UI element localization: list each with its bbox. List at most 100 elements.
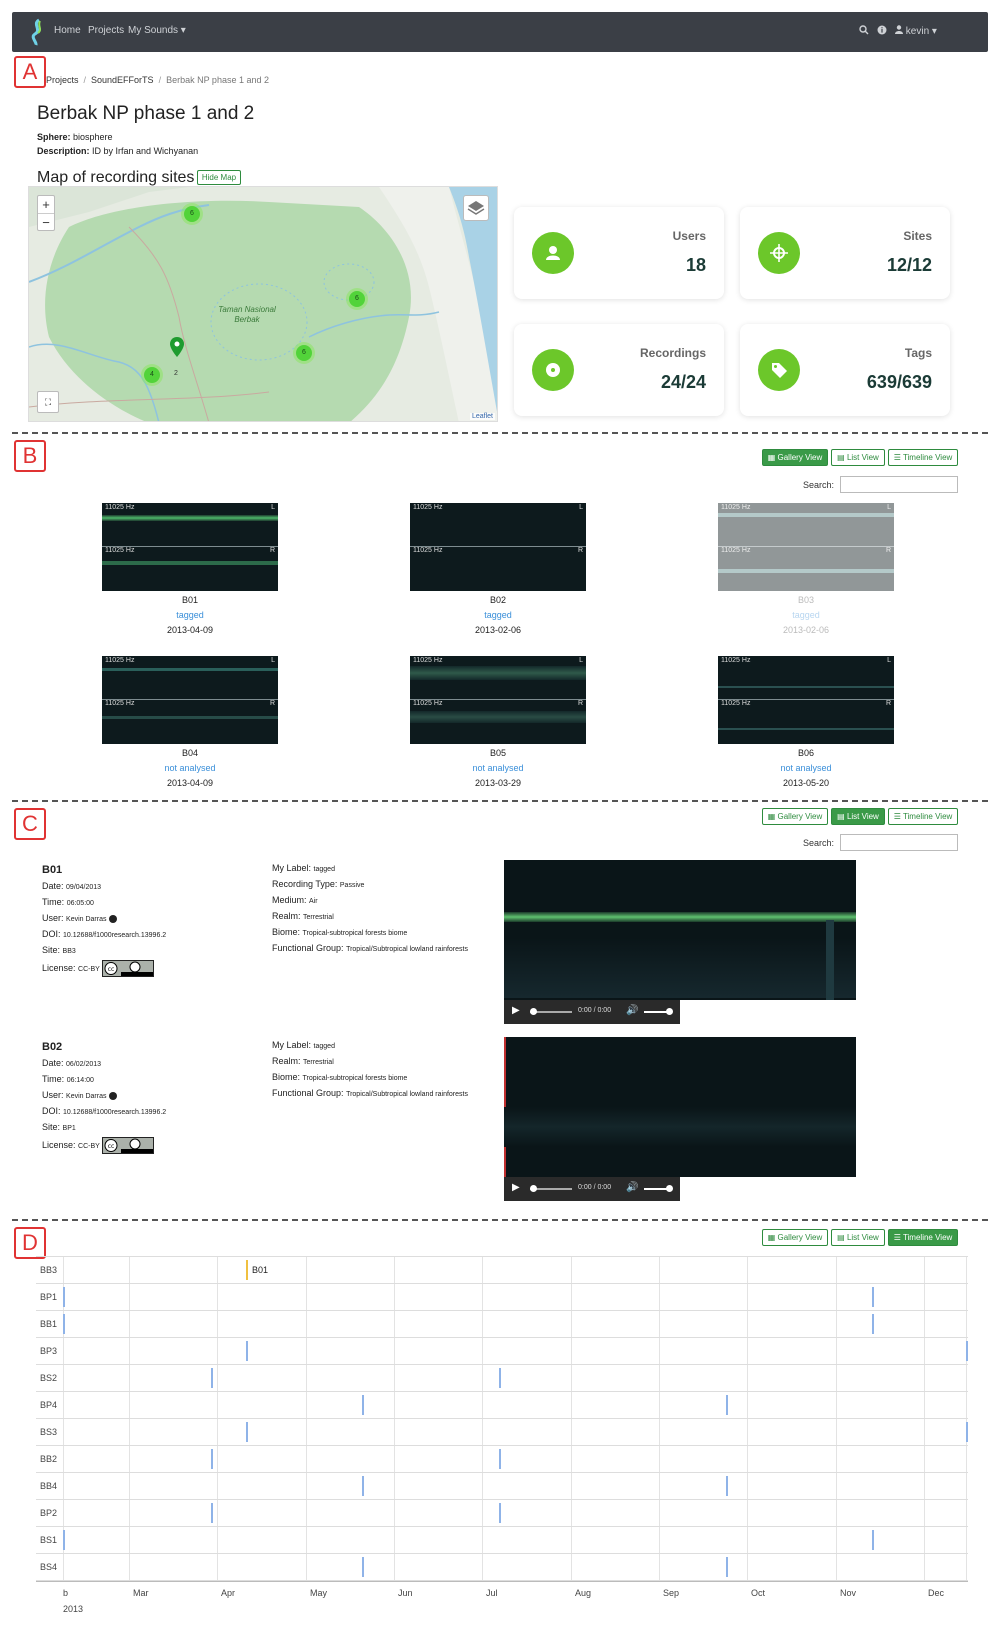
spectrogram-thumbnail[interactable]: 11025 Hz L 11025 Hz R — [718, 656, 894, 744]
info-icon[interactable] — [877, 25, 887, 38]
spectrogram-player[interactable] — [504, 1037, 856, 1177]
zoom-out-button[interactable]: − — [38, 214, 54, 232]
site-cluster-marker[interactable]: 6 — [346, 288, 368, 310]
timeline-recording-mark[interactable] — [499, 1368, 501, 1388]
breadcrumb-projects[interactable]: Projects — [46, 75, 79, 85]
list-view-button[interactable]: ▤ List View — [831, 808, 885, 825]
timeline-recording-mark[interactable] — [499, 1449, 501, 1469]
gallery-view-button[interactable]: ▦ Gallery View — [762, 808, 828, 825]
spectrogram-thumbnail[interactable]: 11025 Hz L 11025 Hz R — [102, 656, 278, 744]
timeline-view-button[interactable]: ☰ Timeline View — [888, 449, 958, 466]
cc-by-license-icon[interactable]: cc — [102, 960, 155, 977]
timeline-recording-mark[interactable] — [499, 1503, 501, 1523]
timeline-highlight-label[interactable]: B01 — [252, 1265, 268, 1275]
record-license: License: CC-BY cc — [42, 960, 155, 977]
timeline-recording-mark[interactable] — [362, 1476, 364, 1496]
gallery-view-button[interactable]: ▦ Gallery View — [762, 1229, 828, 1246]
recording-title[interactable]: B02 — [42, 1041, 62, 1053]
orcid-icon[interactable] — [109, 1091, 118, 1100]
nav-home-link[interactable]: Home — [54, 25, 81, 36]
play-icon[interactable]: ▶ — [512, 1005, 520, 1016]
seek-handle[interactable] — [530, 1008, 537, 1015]
cc-by-license-icon[interactable]: cc — [102, 1137, 155, 1154]
search-input[interactable] — [840, 834, 958, 851]
recording-status-link[interactable]: tagged — [410, 610, 586, 620]
recording-name[interactable]: B04 — [102, 748, 278, 758]
timeline-recording-mark[interactable] — [211, 1503, 213, 1523]
recording-name[interactable]: B02 — [410, 595, 586, 605]
layers-icon[interactable] — [463, 195, 489, 221]
recording-sites-map[interactable]: Taman Nasional Berbak 6 6 6 4 2 + − ⛶ Le… — [28, 186, 498, 422]
recording-name[interactable]: B06 — [718, 748, 894, 758]
list-view-button[interactable]: ▤ List View — [831, 449, 885, 466]
volume-handle[interactable] — [666, 1008, 673, 1015]
timeline-recording-mark[interactable] — [63, 1314, 65, 1334]
timeline-recording-mark[interactable] — [872, 1530, 874, 1550]
nav-my-sounds-dropdown[interactable]: My Sounds ▾ — [128, 25, 186, 36]
recording-status-link[interactable]: not analysed — [102, 763, 278, 773]
recording-name[interactable]: B01 — [102, 595, 278, 605]
site-cluster-marker[interactable]: 6 — [293, 342, 315, 364]
list-view-button[interactable]: ▤ List View — [831, 1229, 885, 1246]
recording-status-link[interactable]: tagged — [718, 610, 894, 620]
search-icon[interactable] — [859, 25, 869, 38]
nav-projects-link[interactable]: Projects — [88, 25, 124, 36]
timeline-recording-mark[interactable] — [872, 1314, 874, 1334]
recording-status-link[interactable]: not analysed — [718, 763, 894, 773]
play-icon[interactable]: ▶ — [512, 1182, 520, 1193]
spectrogram-thumbnail[interactable]: 11025 Hz L 11025 Hz R — [410, 503, 586, 591]
spectrogram-thumbnail[interactable]: 11025 Hz L 11025 Hz R — [410, 656, 586, 744]
timeline-recording-mark[interactable] — [726, 1557, 728, 1577]
site-cluster-marker[interactable]: 4 — [141, 364, 163, 386]
timeline-recording-mark[interactable] — [362, 1557, 364, 1577]
list-view-label: List View — [846, 812, 879, 821]
stat-label: Recordings — [639, 346, 706, 360]
volume-icon[interactable]: 🔊 — [626, 1182, 638, 1193]
volume-icon[interactable]: 🔊 — [626, 1005, 638, 1016]
recording-date: 2013-05-20 — [782, 778, 830, 788]
timeline-recording-mark[interactable] — [726, 1476, 728, 1496]
zoom-in-button[interactable]: + — [38, 196, 54, 214]
timeline-recording-mark[interactable] — [63, 1530, 65, 1550]
recording-name[interactable]: B03 — [718, 595, 894, 605]
map-attribution[interactable]: Leaflet — [469, 413, 495, 420]
site-cluster-marker[interactable]: 6 — [181, 203, 203, 225]
timeline-view-button[interactable]: ☰ Timeline View — [888, 808, 958, 825]
spectrogram-thumbnail[interactable]: 11025 Hz L 11025 Hz R — [718, 503, 894, 591]
hide-map-button[interactable]: Hide Map — [197, 170, 241, 185]
spectrogram-thumbnail[interactable]: 11025 Hz L 11025 Hz R — [102, 503, 278, 591]
timeline-recording-mark[interactable] — [872, 1287, 874, 1307]
timeline-chart[interactable]: BB3 B01 BP1 BB1 BP3 BS2 BP4 BS3 BB2 BB4 BP2 BS1 BS4 b… — [36, 1256, 968, 1626]
recording-name[interactable]: B05 — [410, 748, 586, 758]
breadcrumb-soundefforts[interactable]: SoundEFForTS — [91, 75, 154, 85]
timeline-recording-mark[interactable] — [966, 1341, 968, 1361]
timeline-recording-mark[interactable] — [246, 1341, 248, 1361]
app-logo-icon[interactable] — [28, 18, 46, 46]
timeline-recording-mark[interactable] — [362, 1395, 364, 1415]
field-value: Kevin Darras — [66, 916, 107, 923]
timeline-recording-mark[interactable] — [211, 1368, 213, 1388]
user-menu-dropdown[interactable]: kevin ▾ — [895, 25, 937, 37]
timeline-month-label: b — [63, 1588, 69, 1598]
recording-status-link[interactable]: tagged — [102, 610, 278, 620]
timeline-recording-mark[interactable] — [246, 1422, 248, 1442]
orcid-icon[interactable] — [109, 914, 118, 923]
timeline-recording-mark[interactable] — [63, 1287, 65, 1307]
spectrogram-player[interactable] — [504, 860, 856, 1000]
fullscreen-icon[interactable]: ⛶ — [37, 391, 59, 413]
map-pin-icon[interactable] — [170, 337, 184, 357]
recording-title[interactable]: B01 — [42, 864, 62, 876]
gallery-view-button[interactable]: ▦ Gallery View — [762, 449, 828, 466]
recording-status-link[interactable]: not analysed — [410, 763, 586, 773]
volume-handle[interactable] — [666, 1185, 673, 1192]
channel-label: L — [887, 504, 891, 511]
timeline-recording-mark[interactable] — [246, 1260, 248, 1280]
seek-handle[interactable] — [530, 1185, 537, 1192]
timeline-recording-mark[interactable] — [211, 1449, 213, 1469]
timeline-recording-mark[interactable] — [966, 1422, 968, 1442]
field-value[interactable]: 10.12688/f1000research.13996.2 — [63, 932, 166, 939]
timeline-recording-mark[interactable] — [726, 1395, 728, 1415]
timeline-view-button[interactable]: ☰ Timeline View — [888, 1229, 958, 1246]
search-input[interactable] — [840, 476, 958, 493]
field-value[interactable]: 10.12688/f1000research.13996.2 — [63, 1109, 166, 1116]
